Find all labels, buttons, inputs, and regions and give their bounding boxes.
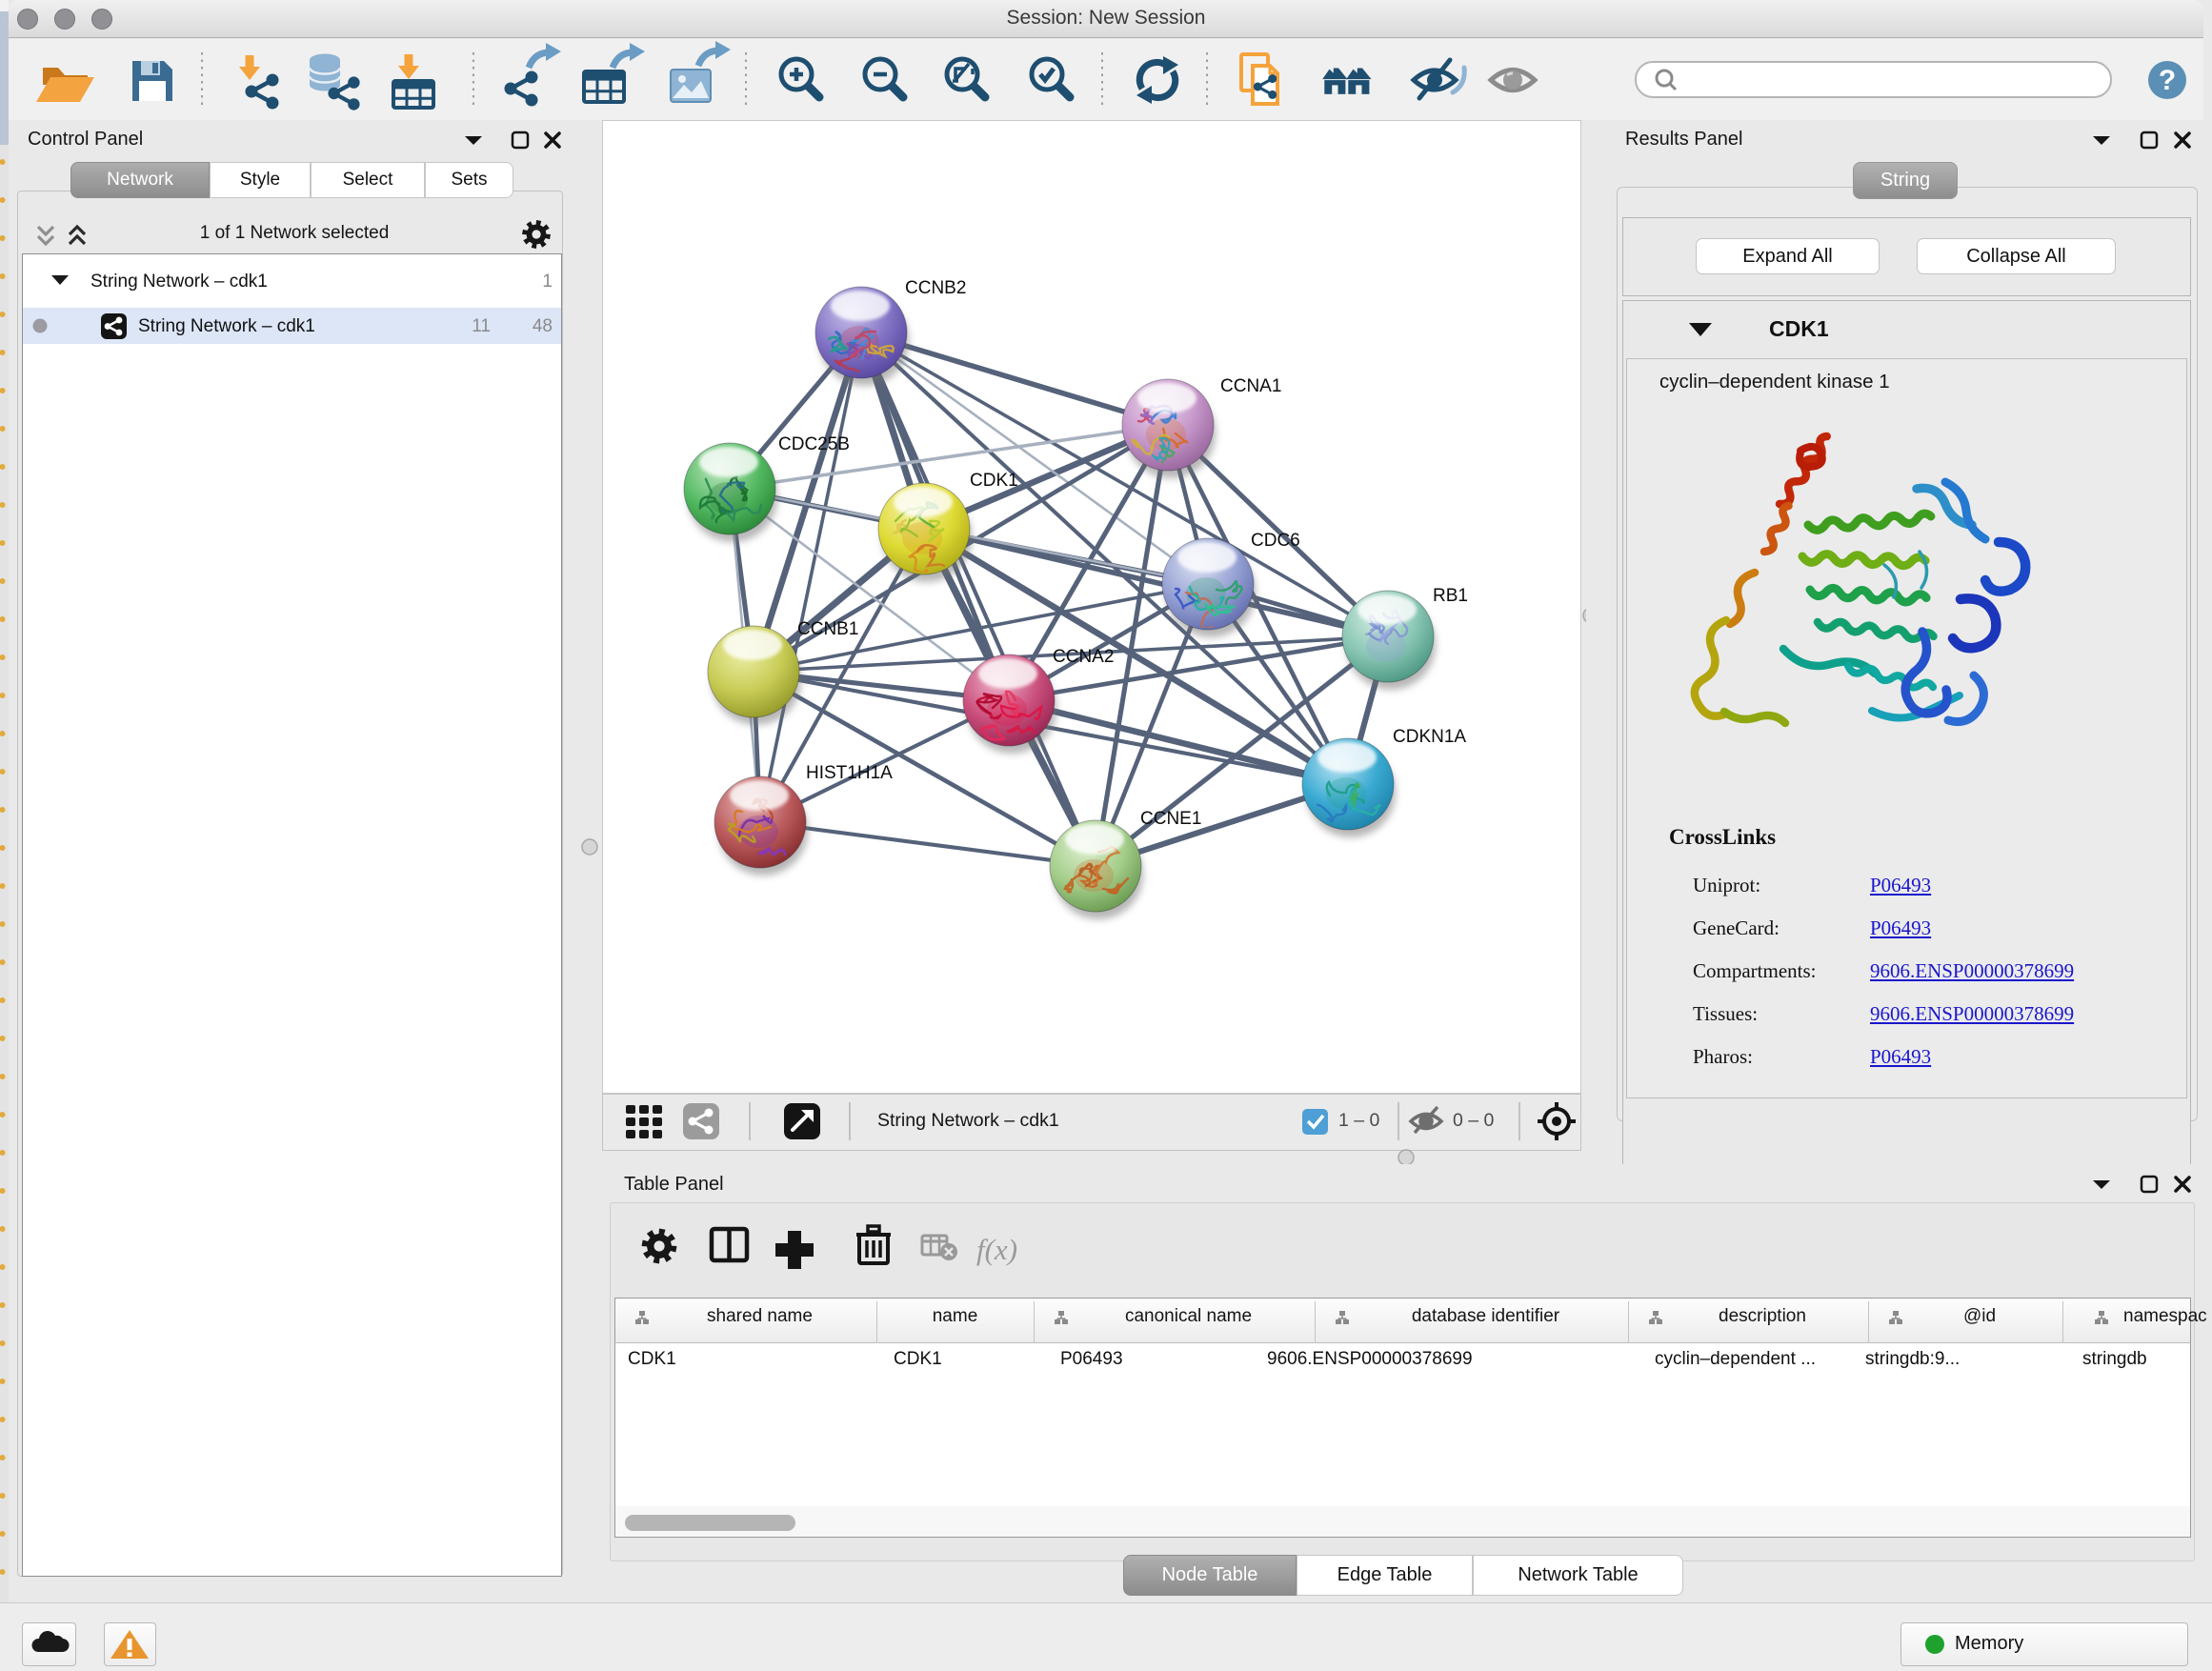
svg-text:CCNB2: CCNB2 bbox=[905, 278, 966, 298]
svg-text:HIST1H1A: HIST1H1A bbox=[806, 763, 893, 783]
svg-text:CCNA1: CCNA1 bbox=[1220, 376, 1281, 396]
svg-text:f(x): f(x) bbox=[976, 1233, 1017, 1266]
svg-text:CDKN1A: CDKN1A bbox=[1393, 727, 1466, 747]
svg-text:CDK1: CDK1 bbox=[970, 471, 1018, 491]
svg-text:CCNB1: CCNB1 bbox=[797, 619, 858, 639]
svg-text:CCNA2: CCNA2 bbox=[1053, 647, 1114, 667]
svg-text:CDC6: CDC6 bbox=[1251, 531, 1300, 551]
svg-text:CCNE1: CCNE1 bbox=[1140, 809, 1201, 829]
svg-text:CDC25B: CDC25B bbox=[778, 434, 850, 454]
svg-text:?: ? bbox=[2159, 65, 2176, 96]
svg-text:RB1: RB1 bbox=[1433, 586, 1468, 606]
